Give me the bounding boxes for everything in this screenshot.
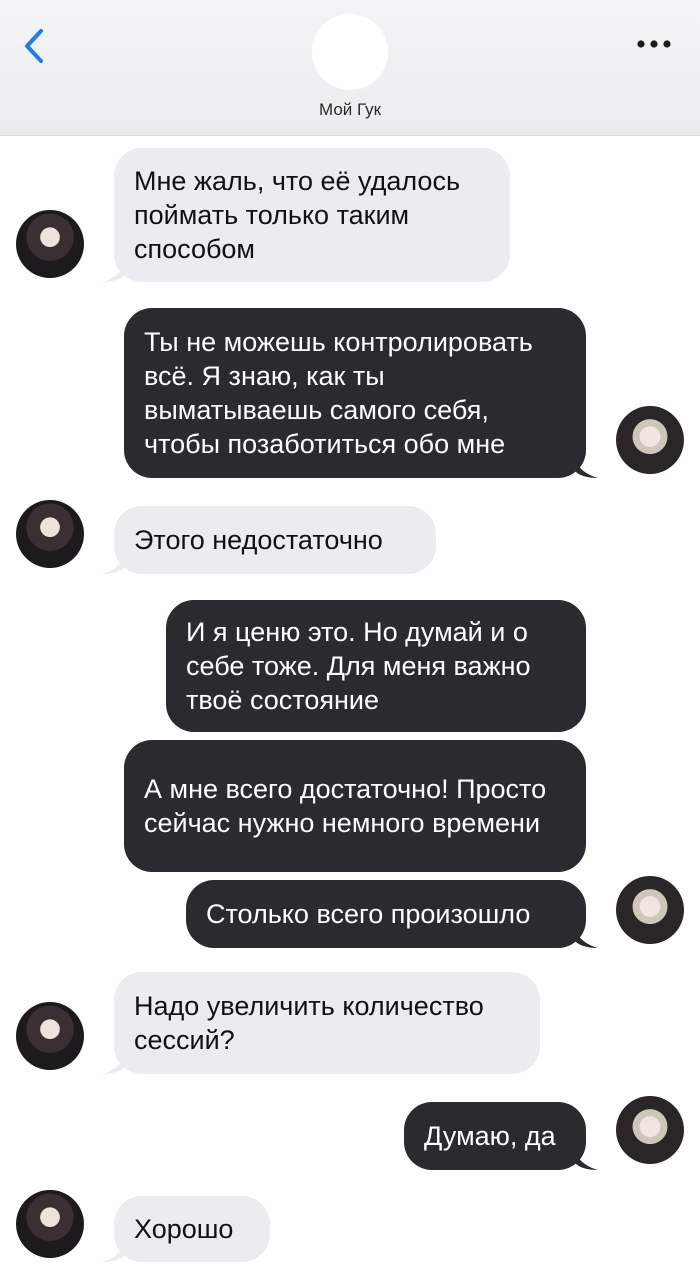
message-text: Этого недостаточно xyxy=(134,525,383,555)
chat-header: Мой Гук xyxy=(0,0,700,136)
message-bubble-outgoing[interactable]: Ты не можешь контролировать всё. Я знаю,… xyxy=(124,308,586,478)
message-text: Мне жаль, что её удалось поймать только … xyxy=(134,166,468,264)
avatar[interactable] xyxy=(16,1190,84,1258)
bubble-tail xyxy=(102,1052,126,1074)
message-text: Надо увеличить количество сессий? xyxy=(134,991,492,1055)
back-button[interactable] xyxy=(14,26,54,66)
bubble-tail xyxy=(102,552,126,574)
message-bubble-outgoing[interactable]: Столько всего произошло xyxy=(186,880,586,948)
message-bubble-outgoing[interactable]: Думаю, да xyxy=(404,1102,586,1170)
message-list[interactable]: Мне жаль, что её удалось поймать только … xyxy=(0,136,700,1280)
avatar[interactable] xyxy=(616,406,684,474)
avatar[interactable] xyxy=(16,500,84,568)
bubble-tail xyxy=(574,926,598,948)
more-button[interactable] xyxy=(634,32,674,56)
bubble-tail xyxy=(102,1240,126,1262)
chevron-left-icon xyxy=(25,29,43,63)
message-text: Думаю, да xyxy=(424,1121,556,1151)
ellipsis-icon xyxy=(637,40,671,48)
bubble-tail xyxy=(574,1148,598,1170)
message-bubble-outgoing[interactable]: И я ценю это. Но думай и о себе тоже. Дл… xyxy=(166,600,586,732)
message-text: Столько всего произошло xyxy=(206,899,531,929)
message-text: Ты не можешь контролировать всё. Я знаю,… xyxy=(144,327,541,459)
message-bubble-outgoing[interactable]: А мне всего достаточно! Просто сейчас ну… xyxy=(124,740,586,872)
message-bubble-incoming[interactable]: Надо увеличить количество сессий? xyxy=(114,972,540,1074)
bubble-tail xyxy=(102,260,126,282)
message-text: А мне всего достаточно! Просто сейчас ну… xyxy=(144,774,554,838)
message-bubble-incoming[interactable]: Хорошо xyxy=(114,1196,270,1262)
avatar[interactable] xyxy=(16,1002,84,1070)
message-text: Хорошо xyxy=(134,1214,234,1244)
message-bubble-incoming[interactable]: Мне жаль, что её удалось поймать только … xyxy=(114,148,510,282)
contact-name[interactable]: Мой Гук xyxy=(0,100,700,120)
avatar[interactable] xyxy=(16,210,84,278)
bubble-tail xyxy=(574,456,598,478)
message-bubble-incoming[interactable]: Этого недостаточно xyxy=(114,506,436,574)
contact-avatar[interactable] xyxy=(312,14,388,90)
message-text: И я ценю это. Но думай и о себе тоже. Дл… xyxy=(186,617,539,715)
avatar[interactable] xyxy=(616,1096,684,1164)
avatar[interactable] xyxy=(616,876,684,944)
